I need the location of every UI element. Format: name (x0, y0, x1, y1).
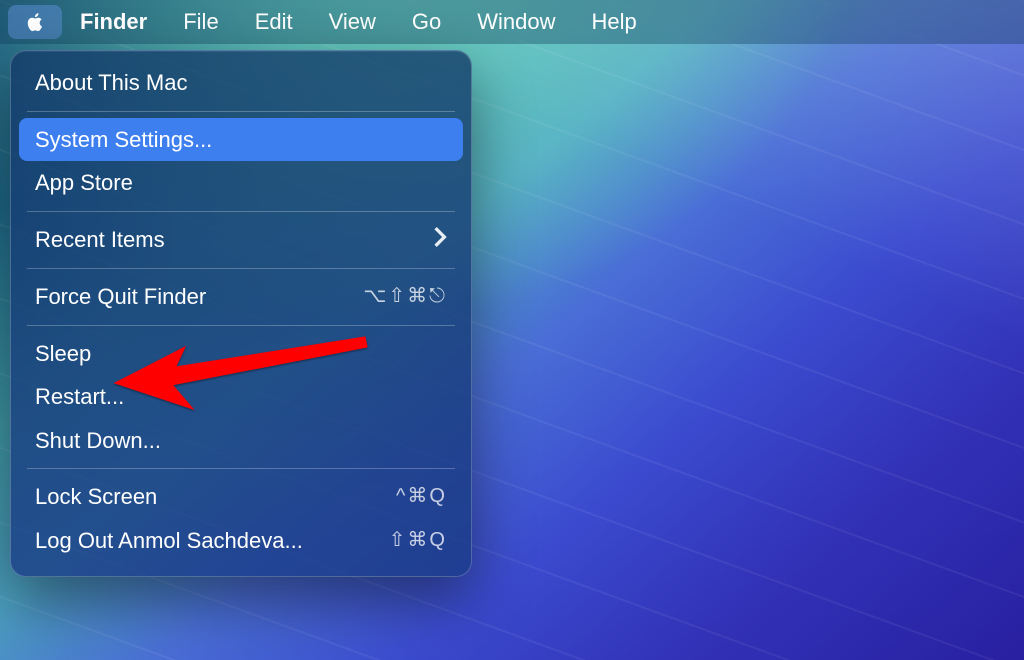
menu-force-quit[interactable]: Force Quit Finder ⌥⇧⌘⎋ (19, 275, 463, 319)
menu-shut-down[interactable]: Shut Down... (19, 419, 463, 463)
menu-shortcut: ^⌘Q (396, 484, 447, 509)
menu-item-label: Sleep (35, 340, 91, 368)
menu-app-store[interactable]: App Store (19, 161, 463, 205)
menu-shortcut: ⌥⇧⌘⎋ (363, 284, 447, 309)
menu-log-out[interactable]: Log Out Anmol Sachdeva... ⇧⌘Q (19, 519, 463, 563)
menu-item-label: Force Quit Finder (35, 283, 206, 311)
menubar-app-name[interactable]: Finder (62, 3, 165, 41)
menu-item-label: Log Out Anmol Sachdeva... (35, 527, 303, 555)
menu-sleep[interactable]: Sleep (19, 332, 463, 376)
menubar-help[interactable]: Help (574, 3, 655, 41)
menu-lock-screen[interactable]: Lock Screen ^⌘Q (19, 475, 463, 519)
menu-separator (27, 111, 455, 112)
menubar-view[interactable]: View (311, 3, 394, 41)
menu-shortcut: ⇧⌘Q (389, 528, 447, 553)
menu-item-label: App Store (35, 169, 133, 197)
menu-item-label: System Settings... (35, 126, 212, 154)
apple-menu-dropdown: About This Mac System Settings... App St… (10, 50, 472, 577)
menu-recent-items[interactable]: Recent Items (19, 218, 463, 263)
menu-item-label: Recent Items (35, 226, 165, 254)
menu-item-label: Lock Screen (35, 483, 157, 511)
menu-separator (27, 325, 455, 326)
menu-restart[interactable]: Restart... (19, 375, 463, 419)
menu-item-label: Restart... (35, 383, 124, 411)
menubar-window[interactable]: Window (459, 3, 573, 41)
apple-menu-button[interactable] (8, 5, 62, 39)
menu-separator (27, 268, 455, 269)
menu-system-settings[interactable]: System Settings... (19, 118, 463, 162)
menu-item-label: About This Mac (35, 69, 187, 97)
apple-logo-icon (22, 9, 48, 35)
menu-about-this-mac[interactable]: About This Mac (19, 61, 463, 105)
menu-separator (27, 468, 455, 469)
menubar-file[interactable]: File (165, 3, 236, 41)
menu-separator (27, 211, 455, 212)
menubar-edit[interactable]: Edit (237, 3, 311, 41)
menu-item-label: Shut Down... (35, 427, 161, 455)
menubar-go[interactable]: Go (394, 3, 459, 41)
chevron-right-icon (433, 226, 447, 255)
menubar: Finder File Edit View Go Window Help (0, 0, 1024, 44)
